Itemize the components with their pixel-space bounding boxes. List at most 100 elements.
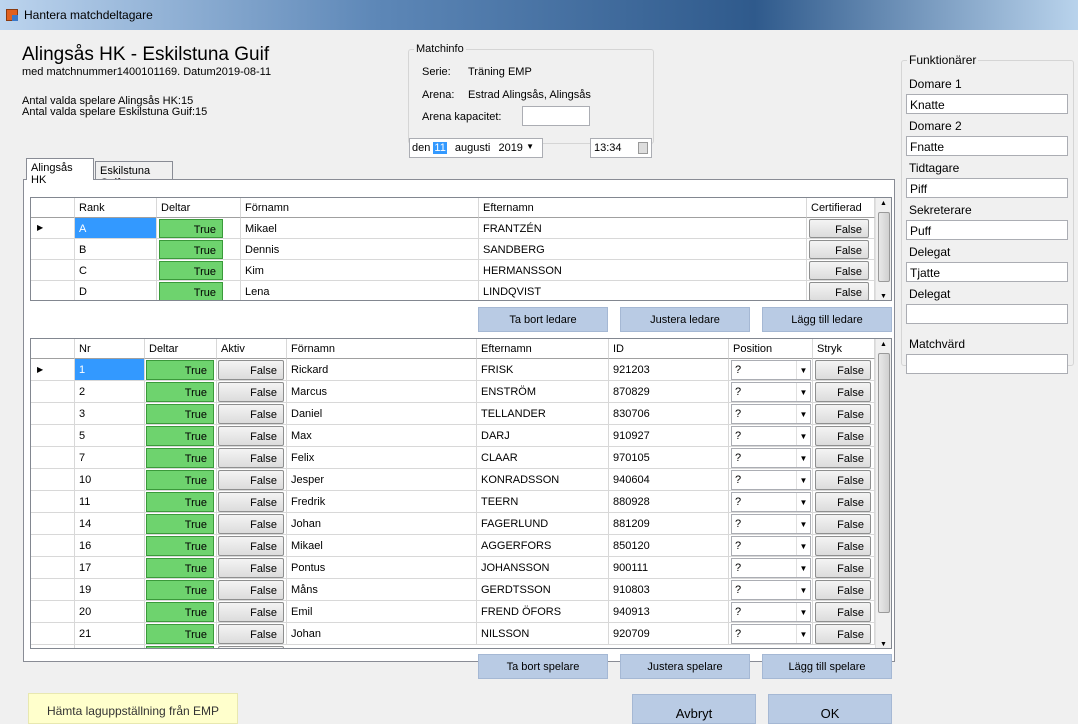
scroll-thumb[interactable]: [878, 212, 890, 282]
stryk-button[interactable]: False: [815, 624, 871, 644]
fornamn-cell[interactable]: Marcus: [287, 381, 477, 403]
id-cell[interactable]: 970105: [609, 447, 729, 469]
players-scrollbar[interactable]: ▲ ▼: [875, 339, 891, 648]
official-input[interactable]: Piff: [906, 178, 1068, 198]
position-combobox[interactable]: ? ▼: [731, 448, 811, 468]
deltar-button[interactable]: True: [146, 426, 214, 446]
official-input[interactable]: [906, 354, 1068, 374]
nr-cell[interactable]: 17: [75, 557, 145, 579]
rank-cell[interactable]: D: [75, 281, 157, 300]
nr-cell[interactable]: 14: [75, 513, 145, 535]
fornamn-cell[interactable]: Rickard: [287, 359, 477, 381]
stryk-button[interactable]: False: [815, 360, 871, 380]
aktiv-button[interactable]: False: [218, 360, 284, 380]
id-cell[interactable]: 920709: [609, 623, 729, 645]
row-header[interactable]: ▶: [31, 359, 75, 381]
chevron-down-icon[interactable]: ▼: [796, 603, 810, 621]
deltar-button[interactable]: True: [146, 514, 214, 534]
scroll-thumb[interactable]: [878, 353, 890, 613]
deltar-button[interactable]: True: [146, 382, 214, 402]
remove-leader-button[interactable]: Ta bort ledare: [478, 307, 608, 332]
col-header[interactable]: Position: [729, 339, 813, 359]
fornamn-cell[interactable]: Johan: [287, 623, 477, 645]
date-day[interactable]: 11: [433, 142, 447, 154]
fornamn-cell[interactable]: Mikael: [241, 218, 479, 239]
fornamn-cell[interactable]: Dennis: [241, 239, 479, 260]
adjust-player-button[interactable]: Justera spelare: [620, 654, 750, 679]
col-header[interactable]: Nr: [75, 339, 145, 359]
date-year[interactable]: 2019: [498, 142, 522, 154]
nr-cell[interactable]: 21: [75, 623, 145, 645]
deltar-button[interactable]: True: [146, 404, 214, 424]
stryk-button[interactable]: False: [815, 448, 871, 468]
fornamn-cell[interactable]: Lena: [241, 281, 479, 300]
stryk-button[interactable]: False: [815, 536, 871, 556]
aktiv-button[interactable]: False: [218, 382, 284, 402]
official-input[interactable]: [906, 304, 1068, 324]
efternamn-cell[interactable]: JOHANSSON: [477, 557, 609, 579]
nr-cell[interactable]: 10: [75, 469, 145, 491]
id-cell[interactable]: 881209: [609, 513, 729, 535]
nr-cell[interactable]: [75, 645, 145, 648]
fornamn-cell[interactable]: Max: [287, 425, 477, 447]
aktiv-button[interactable]: False: [218, 404, 284, 424]
deltar-button[interactable]: True: [146, 470, 214, 490]
deltar-button[interactable]: True: [146, 448, 214, 468]
row-header[interactable]: [31, 601, 75, 623]
nr-cell[interactable]: 11: [75, 491, 145, 513]
aktiv-button[interactable]: False: [218, 492, 284, 512]
fornamn-cell[interactable]: Emil: [287, 601, 477, 623]
add-leader-button[interactable]: Lägg till ledare: [762, 307, 892, 332]
aktiv-button[interactable]: False: [218, 536, 284, 556]
nr-cell[interactable]: 3: [75, 403, 145, 425]
rank-cell[interactable]: A: [75, 218, 157, 239]
certified-button[interactable]: False: [809, 261, 869, 280]
deltar-button[interactable]: [146, 646, 214, 648]
col-header[interactable]: Efternamn: [479, 198, 807, 218]
stryk-button[interactable]: False: [815, 426, 871, 446]
aktiv-button[interactable]: False: [218, 558, 284, 578]
efternamn-cell[interactable]: FREND ÖFORS: [477, 601, 609, 623]
deltar-button[interactable]: True: [146, 536, 214, 556]
adjust-leader-button[interactable]: Justera ledare: [620, 307, 750, 332]
row-header[interactable]: [31, 260, 75, 281]
row-header[interactable]: [31, 447, 75, 469]
chevron-down-icon[interactable]: ▼: [796, 405, 810, 423]
row-header[interactable]: [31, 557, 75, 579]
id-cell[interactable]: 880928: [609, 491, 729, 513]
nr-cell[interactable]: 20: [75, 601, 145, 623]
position-combobox[interactable]: ? ▼: [731, 360, 811, 380]
efternamn-cell[interactable]: KONRADSSON: [477, 469, 609, 491]
certified-button[interactable]: False: [809, 240, 869, 259]
tab-eskilstuna[interactable]: Eskilstuna Guif: [95, 161, 173, 189]
certified-button[interactable]: False: [809, 282, 869, 300]
add-player-button[interactable]: Lägg till spelare: [762, 654, 892, 679]
efternamn-cell[interactable]: NILSSON: [477, 623, 609, 645]
col-header[interactable]: Deltar: [145, 339, 217, 359]
efternamn-cell[interactable]: FRANTZÉN: [479, 218, 807, 239]
id-cell[interactable]: 870829: [609, 381, 729, 403]
rank-cell[interactable]: B: [75, 239, 157, 260]
efternamn-cell[interactable]: TELLANDER: [477, 403, 609, 425]
deltar-button[interactable]: True: [146, 624, 214, 644]
stryk-button[interactable]: False: [815, 382, 871, 402]
efternamn-cell[interactable]: SANDBERG: [479, 239, 807, 260]
row-header[interactable]: [31, 623, 75, 645]
position-combobox[interactable]: ? ▼: [731, 580, 811, 600]
stryk-button[interactable]: False: [815, 514, 871, 534]
id-cell[interactable]: 921203: [609, 359, 729, 381]
aktiv-button[interactable]: [218, 646, 284, 648]
row-header[interactable]: [31, 645, 75, 648]
nr-cell[interactable]: 1: [75, 359, 145, 381]
ok-button[interactable]: OK: [768, 694, 892, 724]
chevron-down-icon[interactable]: ▼: [796, 537, 810, 555]
fornamn-cell[interactable]: Pontus: [287, 557, 477, 579]
aktiv-button[interactable]: False: [218, 602, 284, 622]
id-cell[interactable]: 830706: [609, 403, 729, 425]
spinner-icon[interactable]: [638, 142, 648, 154]
chevron-down-icon[interactable]: ▼: [796, 449, 810, 467]
efternamn-cell[interactable]: CLAAR: [477, 447, 609, 469]
id-cell[interactable]: 910803: [609, 579, 729, 601]
id-cell[interactable]: 940913: [609, 601, 729, 623]
position-combobox[interactable]: ? ▼: [731, 404, 811, 424]
